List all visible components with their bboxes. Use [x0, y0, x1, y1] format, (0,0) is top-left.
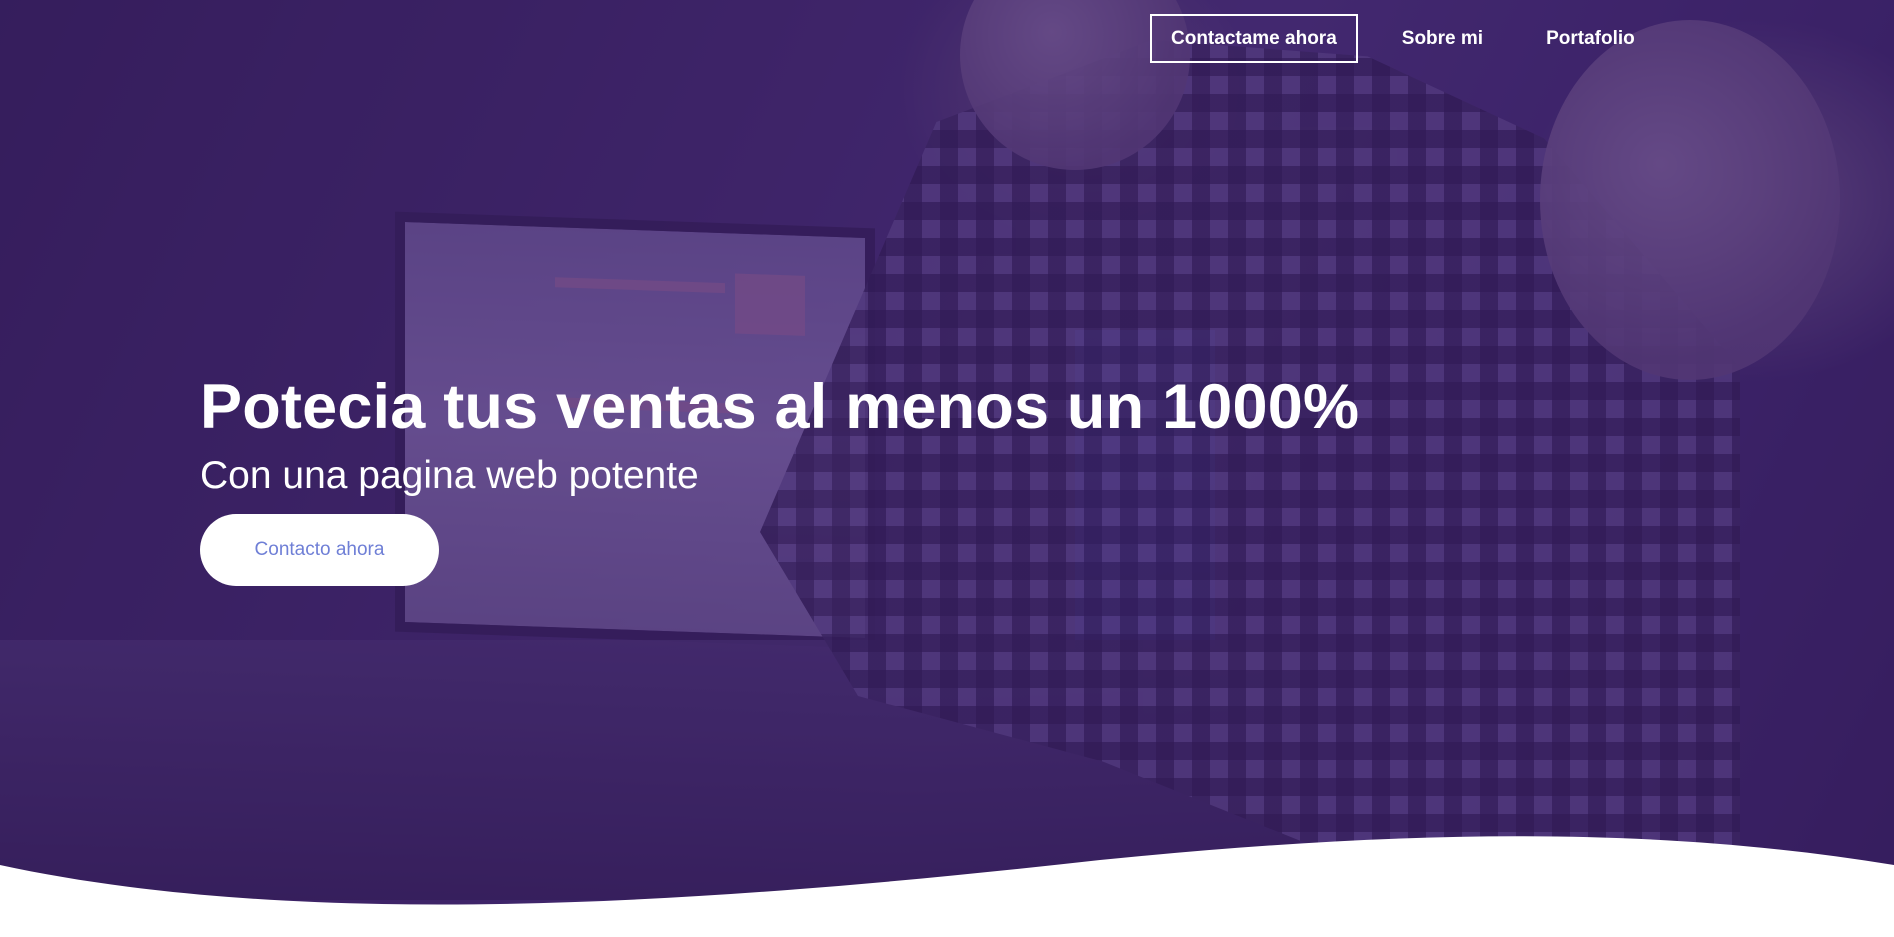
contact-now-nav-button[interactable]: Contactame ahora: [1150, 14, 1358, 63]
hero-wave-divider: [0, 836, 1894, 937]
hero-subtitle: Con una pagina web potente: [200, 454, 699, 497]
nav-link-about[interactable]: Sobre mi: [1402, 16, 1483, 62]
hero-content: Potecia tus ventas al menos un 1000% Con…: [200, 370, 1359, 586]
hero-section: Contactame ahora Sobre mi Portafolio Pot…: [0, 0, 1894, 937]
main-nav: Contactame ahora Sobre mi Portafolio: [1150, 14, 1698, 63]
hero-title: Potecia tus ventas al menos un 1000%: [200, 372, 1360, 442]
nav-link-portfolio[interactable]: Portafolio: [1546, 16, 1635, 62]
contact-now-button[interactable]: Contacto ahora: [200, 514, 439, 586]
